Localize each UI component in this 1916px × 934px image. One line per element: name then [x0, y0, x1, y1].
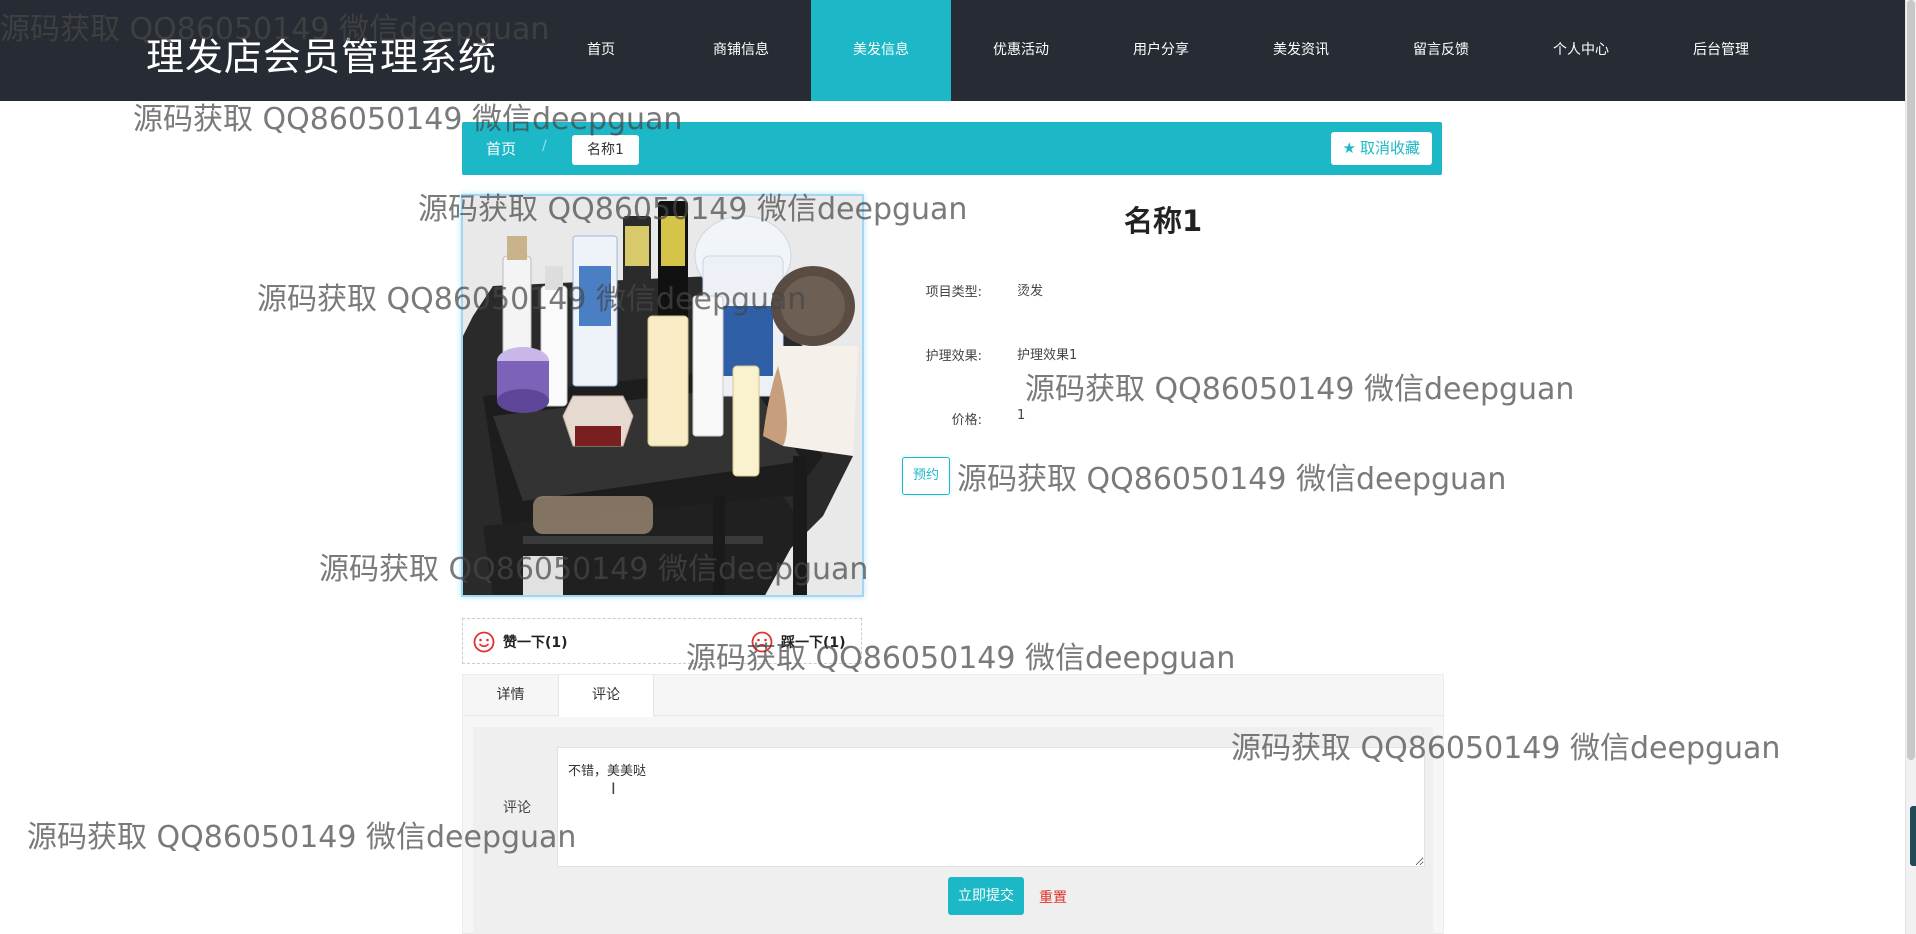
dislike-button[interactable]: 踩一下(1) — [751, 631, 846, 653]
page-scrollbar[interactable] — [1905, 0, 1916, 934]
unfavorite-button[interactable]: ★ 取消收藏 — [1330, 132, 1432, 165]
field-value-price: 1 — [1017, 408, 1026, 423]
submit-button[interactable]: 立即提交 — [948, 877, 1024, 915]
nav-item-user-share[interactable]: 用户分享 — [1091, 0, 1231, 101]
tab-header: 详情 评论 — [463, 675, 1443, 717]
star-icon: ★ — [1342, 139, 1356, 157]
tab-details[interactable]: 详情 — [463, 675, 558, 717]
unfavorite-label: 取消收藏 — [1359, 139, 1420, 157]
product-image — [461, 194, 864, 597]
reset-button[interactable]: 重置 — [1039, 887, 1067, 907]
like-label: 赞一下(1) — [503, 635, 568, 651]
watermark: 源码获取 QQ86050149 微信deepguan — [1025, 372, 1575, 407]
side-float-tab[interactable] — [1910, 806, 1916, 866]
breadcrumb-home-link[interactable]: 首页 — [486, 138, 516, 159]
product-title: 名称1 — [1124, 204, 1203, 238]
breadcrumb-current: 名称1 — [572, 135, 639, 165]
book-button[interactable]: 预约 — [902, 457, 950, 495]
field-label-price: 价格: — [951, 413, 982, 428]
comment-form: 评论 Ⅰ 立即提交 重置 — [473, 727, 1433, 934]
scrollbar-thumb[interactable] — [1907, 0, 1915, 760]
dislike-label: 踩一下(1) — [781, 635, 846, 651]
page: 理发店会员管理系统 首页 商铺信息 美发信息 优惠活动 用户分享 美发资讯 留言… — [0, 0, 1916, 934]
detail-tabs: 详情 评论 评论 Ⅰ 立即提交 重置 — [462, 674, 1444, 934]
comment-textarea[interactable] — [557, 747, 1425, 867]
comment-label: 评论 — [503, 800, 531, 816]
nav-item-shop-info[interactable]: 商铺信息 — [671, 0, 811, 101]
nav-item-promotions[interactable]: 优惠活动 — [951, 0, 1091, 101]
field-label-care-effect: 护理效果: — [925, 349, 982, 364]
main-nav: 首页 商铺信息 美发信息 优惠活动 用户分享 美发资讯 留言反馈 个人中心 后台… — [531, 0, 1791, 101]
nav-item-home[interactable]: 首页 — [531, 0, 671, 101]
site-title: 理发店会员管理系统 — [146, 35, 498, 79]
vote-row: 赞一下(1) 踩一下(1) — [462, 618, 862, 664]
like-button[interactable]: 赞一下(1) — [473, 631, 568, 653]
watermark: 源码获取 QQ86050149 微信deepguan — [957, 462, 1507, 497]
tab-comments[interactable]: 评论 — [558, 675, 654, 717]
smile-icon — [473, 631, 495, 653]
nav-item-hair-news[interactable]: 美发资讯 — [1231, 0, 1371, 101]
product-photo-illustration — [463, 196, 862, 595]
text-cursor-icon: Ⅰ — [611, 779, 616, 798]
nav-item-personal-center[interactable]: 个人中心 — [1511, 0, 1651, 101]
top-navbar: 理发店会员管理系统 首页 商铺信息 美发信息 优惠活动 用户分享 美发资讯 留言… — [0, 0, 1905, 101]
frown-icon — [751, 631, 773, 653]
breadcrumb-separator: / — [542, 138, 547, 154]
field-value-project-type: 烫发 — [1017, 284, 1044, 299]
nav-item-hair-info[interactable]: 美发信息 — [811, 0, 951, 101]
breadcrumb-bar: 首页 / 名称1 ★ 取消收藏 — [462, 122, 1442, 175]
field-value-care-effect: 护理效果1 — [1017, 348, 1078, 363]
nav-item-feedback[interactable]: 留言反馈 — [1371, 0, 1511, 101]
field-label-project-type: 项目类型: — [925, 285, 982, 300]
nav-item-admin[interactable]: 后台管理 — [1651, 0, 1791, 101]
